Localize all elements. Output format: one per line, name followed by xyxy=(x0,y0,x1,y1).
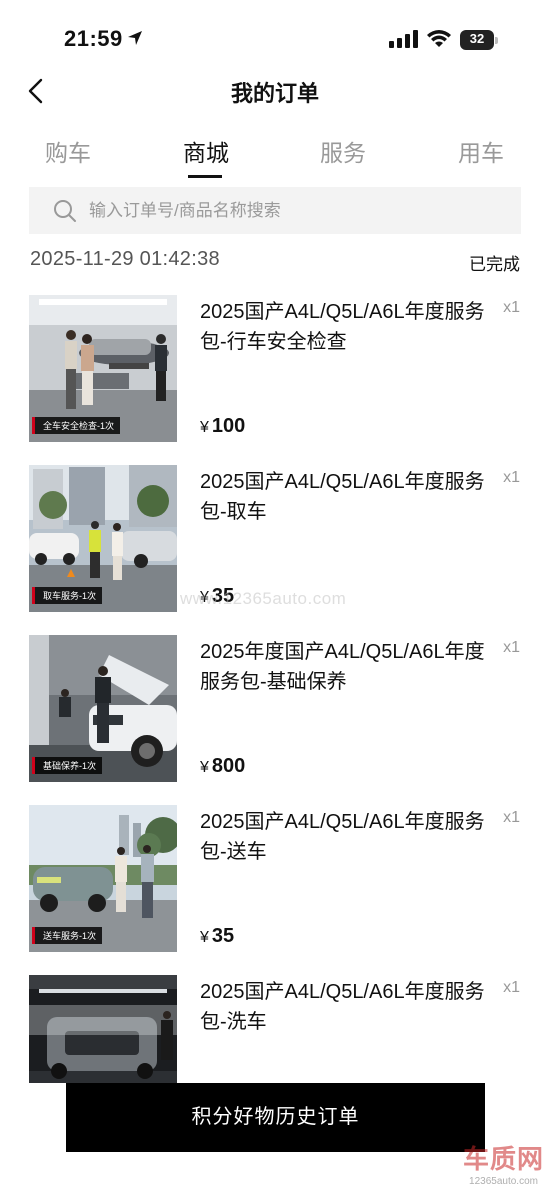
tab-service[interactable]: 服务 xyxy=(303,134,383,168)
image-tag: 全车安全检查-1次 xyxy=(32,417,121,434)
points-history-orders-button[interactable]: 积分好物历史订单 xyxy=(66,1083,485,1152)
currency-symbol: ¥ xyxy=(200,929,209,946)
item-title: 2025国产A4L/Q5L/A6L年度服务包-取车 xyxy=(200,471,485,523)
item-title: 2025年度国产A4L/Q5L/A6L年度服务包-基础保养 xyxy=(200,641,485,693)
nav-bar: 我的订单 xyxy=(0,66,550,116)
currency-symbol: ¥ xyxy=(200,759,209,776)
item-price: ¥800 xyxy=(200,755,245,778)
item-quantity: x1 xyxy=(503,809,520,826)
product-image: 送车服务-1次 xyxy=(29,805,177,952)
order-tabs: 购车 商城 服务 用车 xyxy=(0,134,550,178)
item-title: 2025国产A4L/Q5L/A6L年度服务包-洗车 xyxy=(200,981,485,1033)
item-quantity: x1 xyxy=(503,979,520,996)
wifi-icon xyxy=(427,30,451,47)
order-item[interactable]: 2025国产A4L/Q5L/A6L年度服务包-洗车 x1 xyxy=(0,975,550,1083)
image-tag: 送车服务-1次 xyxy=(32,927,103,944)
item-quantity: x1 xyxy=(503,639,520,656)
order-item[interactable]: 全车安全检查-1次 2025国产A4L/Q5L/A6L年度服务包-行车安全检查 … xyxy=(0,295,550,445)
item-title: 2025国产A4L/Q5L/A6L年度服务包-行车安全检查 xyxy=(200,301,485,353)
battery-icon: 32 xyxy=(460,30,498,50)
price-value: 100 xyxy=(211,415,246,437)
logo-subtext: 12365auto.com xyxy=(469,1176,538,1187)
active-tab-indicator xyxy=(188,175,222,178)
item-title: 2025国产A4L/Q5L/A6L年度服务包-送车 xyxy=(200,811,485,863)
search-icon xyxy=(54,200,76,222)
search-box[interactable] xyxy=(29,187,521,234)
product-image xyxy=(29,975,177,1083)
order-date: 2025-11-29 01:42:38 xyxy=(30,248,220,270)
image-tag: 取车服务-1次 xyxy=(32,587,103,604)
item-price: ¥35 xyxy=(200,925,234,948)
search-input[interactable] xyxy=(89,187,509,234)
item-quantity: x1 xyxy=(503,469,520,486)
page-title: 我的订单 xyxy=(230,81,319,106)
product-image: 取车服务-1次 xyxy=(29,465,177,612)
currency-symbol: ¥ xyxy=(200,419,209,436)
order-status: 已完成 xyxy=(469,255,520,274)
order-item[interactable]: 送车服务-1次 2025国产A4L/Q5L/A6L年度服务包-送车 x1 ¥35 xyxy=(0,805,550,955)
price-value: 35 xyxy=(211,925,235,947)
location-arrow-icon xyxy=(128,31,142,45)
item-price: ¥100 xyxy=(200,415,245,438)
product-image: 全车安全检查-1次 xyxy=(29,295,177,442)
brand-logo: 车质网 12365auto.com xyxy=(463,1139,544,1187)
cellular-signal-icon xyxy=(389,30,418,48)
item-quantity: x1 xyxy=(503,299,520,316)
watermark: www.12365auto.com xyxy=(180,589,347,608)
tab-buy-car[interactable]: 购车 xyxy=(28,134,108,168)
tab-mall[interactable]: 商城 xyxy=(166,134,246,168)
status-bar: 21:59 32 xyxy=(0,0,550,66)
tab-use-car[interactable]: 用车 xyxy=(441,134,521,168)
battery-level: 32 xyxy=(469,31,485,46)
order-header: 2025-11-29 01:42:38 已完成 xyxy=(0,248,550,278)
image-tag: 基础保养-1次 xyxy=(32,757,103,774)
order-item[interactable]: 基础保养-1次 2025年度国产A4L/Q5L/A6L年度服务包-基础保养 x1… xyxy=(0,635,550,785)
logo-text: 车质网 xyxy=(462,1144,544,1174)
product-image: 基础保养-1次 xyxy=(29,635,177,782)
price-value: 800 xyxy=(211,755,246,777)
status-time: 21:59 xyxy=(64,26,123,51)
